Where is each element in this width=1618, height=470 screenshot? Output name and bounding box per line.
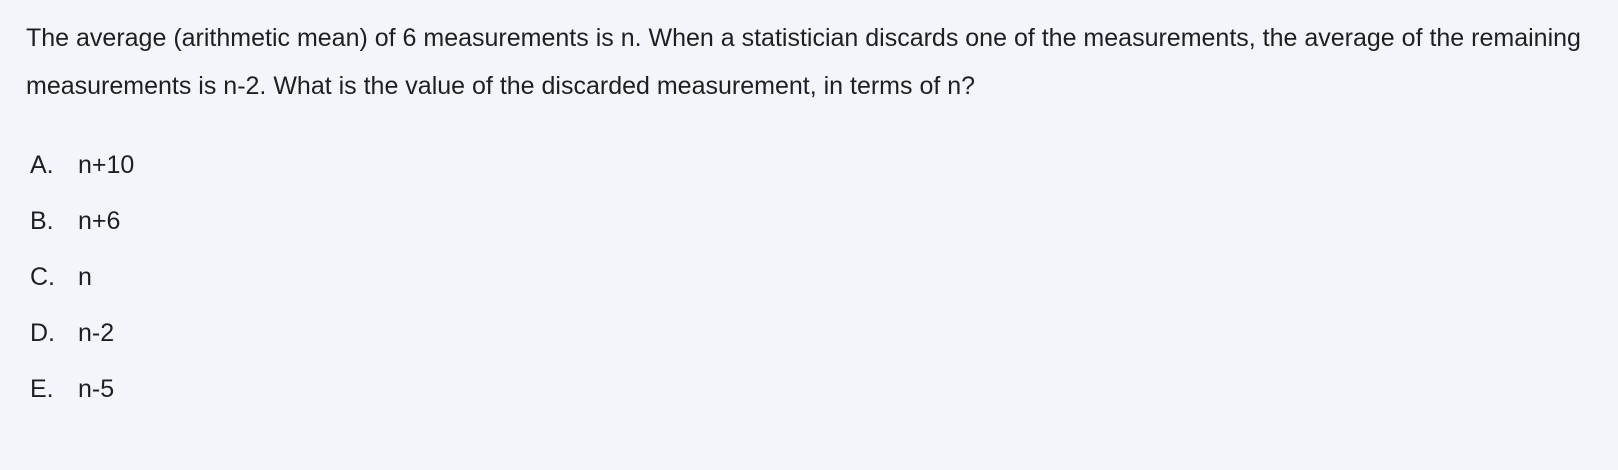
choice-a[interactable]: A. n+10 <box>26 137 1592 193</box>
choice-c[interactable]: C. n <box>26 249 1592 305</box>
choice-text: n+10 <box>78 150 135 179</box>
choice-text: n <box>78 262 92 291</box>
question-card: The average (arithmetic mean) of 6 measu… <box>0 0 1618 470</box>
choice-text: n-2 <box>78 318 115 347</box>
choice-text: n+6 <box>78 206 121 235</box>
answer-choices: A. n+10 B. n+6 C. n D. n-2 E. n-5 <box>26 137 1592 417</box>
choice-text: n-5 <box>78 374 115 403</box>
choice-e[interactable]: E. n-5 <box>26 361 1592 417</box>
question-text: The average (arithmetic mean) of 6 measu… <box>26 24 1581 100</box>
choice-letter: C. <box>30 262 55 291</box>
choice-b[interactable]: B. n+6 <box>26 193 1592 249</box>
choice-letter: D. <box>30 318 55 347</box>
choice-letter: E. <box>30 374 54 403</box>
choice-d[interactable]: D. n-2 <box>26 305 1592 361</box>
choice-letter: B. <box>30 206 54 235</box>
choice-letter: A. <box>30 150 54 179</box>
